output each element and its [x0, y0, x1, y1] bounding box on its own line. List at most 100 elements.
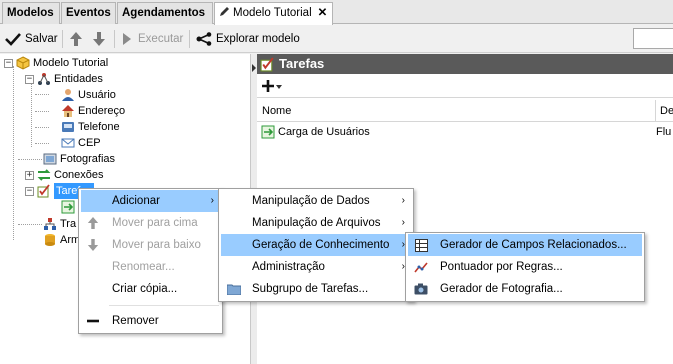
tree-node-conexoes[interactable]: + Conexões — [25, 167, 104, 183]
tree-node-task-item[interactable] — [61, 199, 78, 215]
checkmark-icon — [5, 33, 21, 46]
move-up-button[interactable] — [69, 29, 83, 49]
menu-separator — [109, 305, 219, 306]
explore-model-button[interactable]: Explorar modelo — [196, 29, 300, 49]
connections-icon — [37, 169, 51, 181]
tree-connector — [13, 66, 14, 240]
toolbar-separator — [62, 30, 63, 48]
menu-item-rename[interactable]: Renomear... — [81, 256, 220, 278]
collapse-toggle[interactable]: − — [25, 186, 34, 196]
tree-node-entidades[interactable]: − Entidades — [25, 71, 103, 87]
menu-item-label: Gerador de Campos Relacionados... — [440, 239, 627, 251]
tree-connector — [35, 143, 49, 144]
menu-item-label: Mover para baixo — [112, 239, 201, 251]
menu-item-label: Remover — [112, 315, 159, 327]
table-grid-icon — [415, 239, 428, 252]
menu-item-adicionar[interactable]: Adicionar › — [81, 190, 220, 212]
menu-item-remove[interactable]: Remover — [81, 310, 220, 332]
tab-label: Eventos — [66, 7, 111, 19]
close-icon[interactable]: ✕ — [318, 7, 328, 19]
tree-connector — [31, 83, 32, 147]
tree-label: Endereço — [78, 105, 126, 117]
menu-item-rule-scorer[interactable]: Pontuador por Regras... — [408, 256, 642, 278]
menu-item-copy[interactable]: Criar cópia... — [81, 278, 220, 300]
execute-label: Executar — [138, 33, 184, 45]
tree-label: Modelo Tutorial — [33, 57, 109, 69]
task-name: Carga de Usuários — [278, 126, 370, 138]
arrow-down-icon — [93, 32, 105, 46]
menu-item-move-down[interactable]: Mover para baixo — [81, 234, 220, 256]
tree-node-modelo-tutorial[interactable]: − Modelo Tutorial — [4, 55, 108, 71]
menu-item-knowledge-generation[interactable]: Geração de Conhecimento › — [221, 234, 411, 256]
tab-eventos[interactable]: Eventos — [61, 2, 116, 24]
tree-node-usuario[interactable]: Usuário — [61, 87, 116, 103]
menu-item-photo-generator[interactable]: Gerador de Fotografia... — [408, 278, 642, 300]
collapse-arrow-icon[interactable] — [252, 64, 256, 72]
panel-title: Tarefas — [279, 56, 325, 71]
tree-label: Telefone — [78, 121, 120, 133]
user-icon — [62, 89, 74, 101]
folder-icon — [227, 284, 241, 295]
toolbar: Salvar Executar Explorar modelo — [0, 25, 673, 53]
move-down-button[interactable] — [92, 29, 106, 49]
toolbar-separator — [189, 30, 190, 48]
add-task-button[interactable] — [261, 77, 283, 95]
submenu-arrow-icon: › — [401, 217, 405, 228]
menu-item-label: Administração — [252, 261, 325, 273]
expand-toggle[interactable]: + — [25, 170, 34, 180]
menu-item-label: Adicionar — [112, 195, 160, 207]
add-submenu: Manipulação de Dados › Manipulação de Ar… — [218, 188, 414, 302]
tree-node-cep[interactable]: CEP — [61, 135, 101, 151]
tree-connector — [18, 224, 42, 225]
tab-agendamentos[interactable]: Agendamentos — [117, 2, 213, 24]
house-icon — [62, 105, 74, 117]
table-row[interactable]: Carga de Usuários Flu — [257, 123, 673, 141]
dropdown-arrow-icon — [276, 85, 282, 89]
column-divider[interactable] — [655, 100, 656, 122]
collapse-toggle[interactable]: − — [25, 74, 34, 84]
context-menu: Adicionar › Mover para cima Mover para b… — [78, 188, 223, 334]
camera-icon — [414, 283, 428, 295]
tree-label: Conexões — [54, 169, 104, 181]
tree-label: Usuário — [78, 89, 116, 101]
tab-modelos[interactable]: Modelos — [2, 2, 60, 24]
share-nodes-icon — [196, 32, 212, 46]
tree-label: Tra — [60, 218, 77, 230]
menu-item-move-up[interactable]: Mover para cima — [81, 212, 220, 234]
arrow-up-icon — [70, 32, 82, 46]
tasks-icon — [37, 184, 50, 198]
cube-icon — [16, 56, 30, 70]
menu-item-administration[interactable]: Administração › — [221, 256, 411, 278]
tree-node-endereco[interactable]: Endereço — [61, 103, 125, 119]
tab-modelo-tutorial[interactable]: Modelo Tutorial ✕ — [214, 2, 333, 25]
knowledge-submenu: Gerador de Campos Relacionados... Pontua… — [405, 232, 645, 302]
menu-item-label: Geração de Conhecimento — [252, 239, 390, 251]
menu-item-label: Pontuador por Regras... — [440, 261, 563, 273]
tree-node-fotografias[interactable]: Fotografias — [43, 151, 115, 167]
menu-item-related-fields-generator[interactable]: Gerador de Campos Relacionados... — [408, 234, 642, 256]
task-load-icon — [61, 200, 75, 214]
task-load-icon — [261, 125, 275, 139]
execute-button[interactable]: Executar — [122, 29, 183, 49]
tree-node-telefone[interactable]: Telefone — [61, 119, 120, 135]
menu-item-data-manipulation[interactable]: Manipulação de Dados › — [221, 190, 411, 212]
column-name[interactable]: Nome — [262, 100, 291, 122]
menu-item-file-manipulation[interactable]: Manipulação de Arquivos › — [221, 212, 411, 234]
menu-item-label: Gerador de Fotografia... — [440, 283, 563, 295]
save-button[interactable]: Salvar — [5, 29, 58, 49]
column-description[interactable]: De — [660, 100, 673, 122]
search-input[interactable] — [633, 28, 673, 49]
tab-bar: Modelos Eventos Agendamentos Modelo Tuto… — [0, 0, 673, 25]
menu-item-label: Manipulação de Arquivos — [252, 217, 381, 229]
menu-item-task-subgroup[interactable]: Subgrupo de Tarefas... — [221, 278, 411, 300]
tree-connector — [18, 159, 42, 160]
play-icon — [123, 33, 131, 45]
workflow-icon — [44, 218, 56, 230]
plus-icon — [262, 80, 274, 92]
tree-node-tra[interactable]: Tra — [43, 216, 76, 232]
tree-connector — [35, 127, 49, 128]
collapse-toggle[interactable]: − — [4, 58, 13, 68]
tree-node-arm[interactable]: Arm — [43, 232, 80, 248]
submenu-arrow-icon: › — [401, 195, 405, 206]
tab-label: Modelo Tutorial — [233, 7, 312, 19]
